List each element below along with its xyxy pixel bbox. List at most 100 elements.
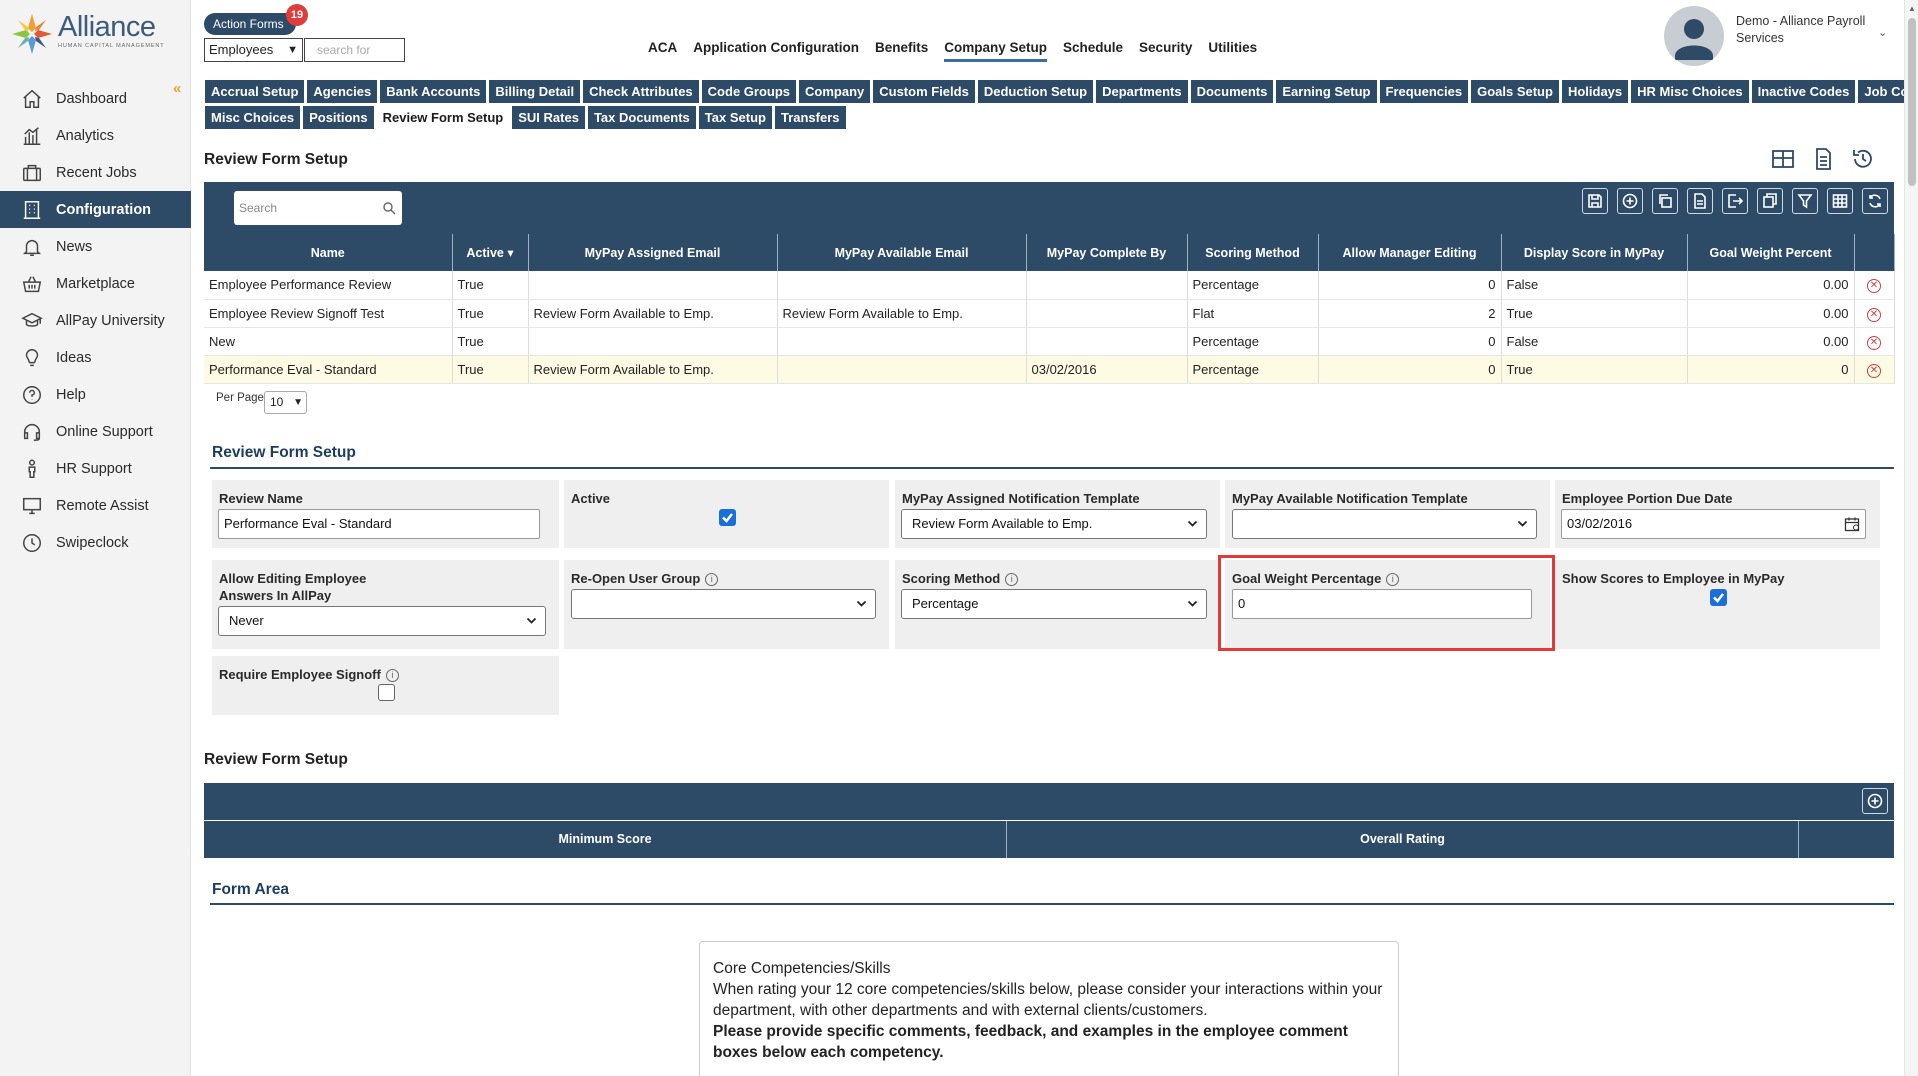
scoring-method-select[interactable]: Percentage: [901, 589, 1207, 619]
tab-holidays[interactable]: Holidays: [1561, 80, 1629, 103]
column-header-active[interactable]: Active ▾: [452, 234, 529, 271]
column-header-allow-manager-editing[interactable]: Allow Manager Editing: [1318, 234, 1502, 271]
copy-button[interactable]: [1757, 188, 1783, 214]
info-icon[interactable]: i: [385, 669, 399, 682]
menu-company-setup[interactable]: Company Setup: [944, 40, 1048, 62]
menu-aca[interactable]: ACA: [648, 40, 677, 62]
tab-code-groups[interactable]: Code Groups: [701, 80, 797, 103]
info-icon[interactable]: i: [705, 573, 719, 586]
document-button[interactable]: [1687, 188, 1713, 214]
column-header-scoring-method[interactable]: Scoring Method: [1187, 234, 1319, 271]
tab-review-form-setup[interactable]: Review Form Setup: [376, 106, 510, 129]
tab-bank-accounts[interactable]: Bank Accounts: [380, 80, 487, 103]
sidebar-item-recent-jobs[interactable]: Recent Jobs: [0, 154, 191, 191]
delete-row-icon[interactable]: ✕: [1867, 363, 1881, 378]
scroll-up-icon[interactable]: ▲: [1908, 4, 1916, 13]
tab-misc-choices[interactable]: Misc Choices: [205, 106, 301, 129]
sidebar-item-allpay-university[interactable]: AllPay University: [0, 302, 191, 339]
column-header-name[interactable]: Name: [204, 234, 453, 271]
columns-button[interactable]: [1827, 188, 1853, 214]
menu-benefits[interactable]: Benefits: [875, 40, 928, 62]
due-date-input[interactable]: 03/02/2016: [1561, 509, 1866, 539]
tab-transfers[interactable]: Transfers: [774, 106, 846, 129]
show-scores-checkbox[interactable]: [1710, 589, 1727, 606]
global-search-input[interactable]: search for: [304, 38, 405, 62]
sidebar-item-news[interactable]: News: [0, 228, 191, 265]
column-header-available-email[interactable]: MyPay Available Email: [777, 234, 1027, 271]
sidebar-item-online-support[interactable]: Online Support: [0, 413, 191, 450]
table-row-selected[interactable]: Performance Eval - Standard True Review …: [204, 355, 1895, 384]
table-row[interactable]: Employee Review Signoff Test True Review…: [204, 299, 1895, 328]
require-signoff-checkbox[interactable]: [378, 684, 395, 701]
tab-earning-setup[interactable]: Earning Setup: [1276, 80, 1377, 103]
tab-accrual-setup[interactable]: Accrual Setup: [205, 80, 305, 103]
user-menu-chevron-icon[interactable]: ⌄: [1878, 26, 1887, 39]
sidebar-item-configuration[interactable]: Configuration: [0, 191, 191, 228]
tab-tax-documents[interactable]: Tax Documents: [587, 106, 696, 129]
column-header-goal-weight[interactable]: Goal Weight Percent: [1687, 234, 1855, 271]
tab-check-attributes[interactable]: Check Attributes: [583, 80, 699, 103]
tab-goals-setup[interactable]: Goals Setup: [1471, 80, 1559, 103]
menu-schedule[interactable]: Schedule: [1063, 40, 1123, 62]
delete-row-icon[interactable]: ✕: [1867, 335, 1881, 350]
history-icon[interactable]: [1850, 146, 1876, 172]
table-row[interactable]: Employee Performance Review True Percent…: [204, 271, 1895, 300]
grid-view-icon[interactable]: [1770, 146, 1796, 172]
add-rating-button[interactable]: [1862, 788, 1888, 814]
user-name[interactable]: Demo - Alliance Payroll Services: [1736, 13, 1876, 47]
form-area-box[interactable]: Core Competencies/Skills When rating you…: [699, 941, 1399, 1076]
column-header-minimum-score[interactable]: Minimum Score: [204, 821, 1007, 858]
form-view-icon[interactable]: [1810, 146, 1836, 172]
tab-hr-misc-choices[interactable]: HR Misc Choices: [1631, 80, 1749, 103]
tab-sui-rates[interactable]: SUI Rates: [512, 106, 585, 129]
tab-departments[interactable]: Departments: [1096, 80, 1188, 103]
sidebar-item-dashboard[interactable]: Dashboard: [0, 80, 191, 117]
menu-security[interactable]: Security: [1139, 40, 1192, 62]
column-header-display-score[interactable]: Display Score in MyPay: [1501, 234, 1688, 271]
column-header-complete-by[interactable]: MyPay Complete By: [1026, 234, 1188, 271]
allow-editing-select[interactable]: Never: [218, 606, 546, 636]
tab-tax-setup[interactable]: Tax Setup: [698, 106, 772, 129]
avatar[interactable]: [1664, 6, 1724, 66]
column-header-overall-rating[interactable]: Overall Rating: [1007, 821, 1799, 858]
grid-search-input[interactable]: Search: [234, 191, 402, 225]
goal-weight-input[interactable]: 0: [1232, 589, 1532, 619]
active-checkbox[interactable]: [719, 509, 736, 526]
sidebar-item-ideas[interactable]: Ideas: [0, 339, 191, 376]
delete-row-icon[interactable]: ✕: [1867, 279, 1881, 294]
sidebar-item-remote-assist[interactable]: Remote Assist: [0, 487, 191, 524]
tab-agencies[interactable]: Agencies: [307, 80, 378, 103]
tab-deduction-setup[interactable]: Deduction Setup: [977, 80, 1094, 103]
sidebar-item-swipeclock[interactable]: Swipeclock: [0, 524, 191, 561]
tab-inactive-codes[interactable]: Inactive Codes: [1751, 80, 1856, 103]
table-row[interactable]: New True Percentage 0 False 0.00 ✕: [204, 327, 1895, 356]
tab-positions[interactable]: Positions: [303, 106, 374, 129]
per-page-select[interactable]: 10 ▼: [264, 391, 307, 414]
vertical-scrollbar[interactable]: ▲: [1904, 0, 1918, 1076]
review-name-input[interactable]: Performance Eval - Standard: [218, 509, 540, 539]
reopen-group-select[interactable]: [571, 589, 876, 619]
menu-application-configuration[interactable]: Application Configuration: [693, 40, 859, 62]
logo[interactable]: Alliance HUMAN CAPITAL MANAGEMENT: [10, 12, 165, 56]
save-button[interactable]: [1582, 188, 1608, 214]
info-icon[interactable]: i: [1005, 573, 1019, 586]
scrollbar-thumb[interactable]: [1908, 18, 1916, 186]
sidebar-item-analytics[interactable]: Analytics: [0, 117, 191, 154]
tab-billing-detail[interactable]: Billing Detail: [489, 80, 581, 103]
calendar-icon[interactable]: [1844, 516, 1860, 532]
module-select[interactable]: Employees ▼: [204, 38, 303, 62]
tab-company[interactable]: Company: [799, 80, 871, 103]
tab-frequencies[interactable]: Frequencies: [1379, 80, 1469, 103]
delete-row-icon[interactable]: ✕: [1867, 307, 1881, 322]
sidebar-item-marketplace[interactable]: Marketplace: [0, 265, 191, 302]
column-header-assigned-email[interactable]: MyPay Assigned Email: [528, 234, 778, 271]
action-forms-button[interactable]: Action Forms: [204, 13, 296, 35]
info-icon[interactable]: i: [1386, 573, 1400, 586]
tab-documents[interactable]: Documents: [1190, 80, 1274, 103]
export-button[interactable]: [1722, 188, 1748, 214]
assigned-template-select[interactable]: Review Form Available to Emp.: [901, 509, 1207, 539]
filter-button[interactable]: [1792, 188, 1818, 214]
refresh-button[interactable]: [1862, 188, 1888, 214]
sidebar-item-help[interactable]: Help: [0, 376, 191, 413]
tab-custom-fields[interactable]: Custom Fields: [873, 80, 975, 103]
